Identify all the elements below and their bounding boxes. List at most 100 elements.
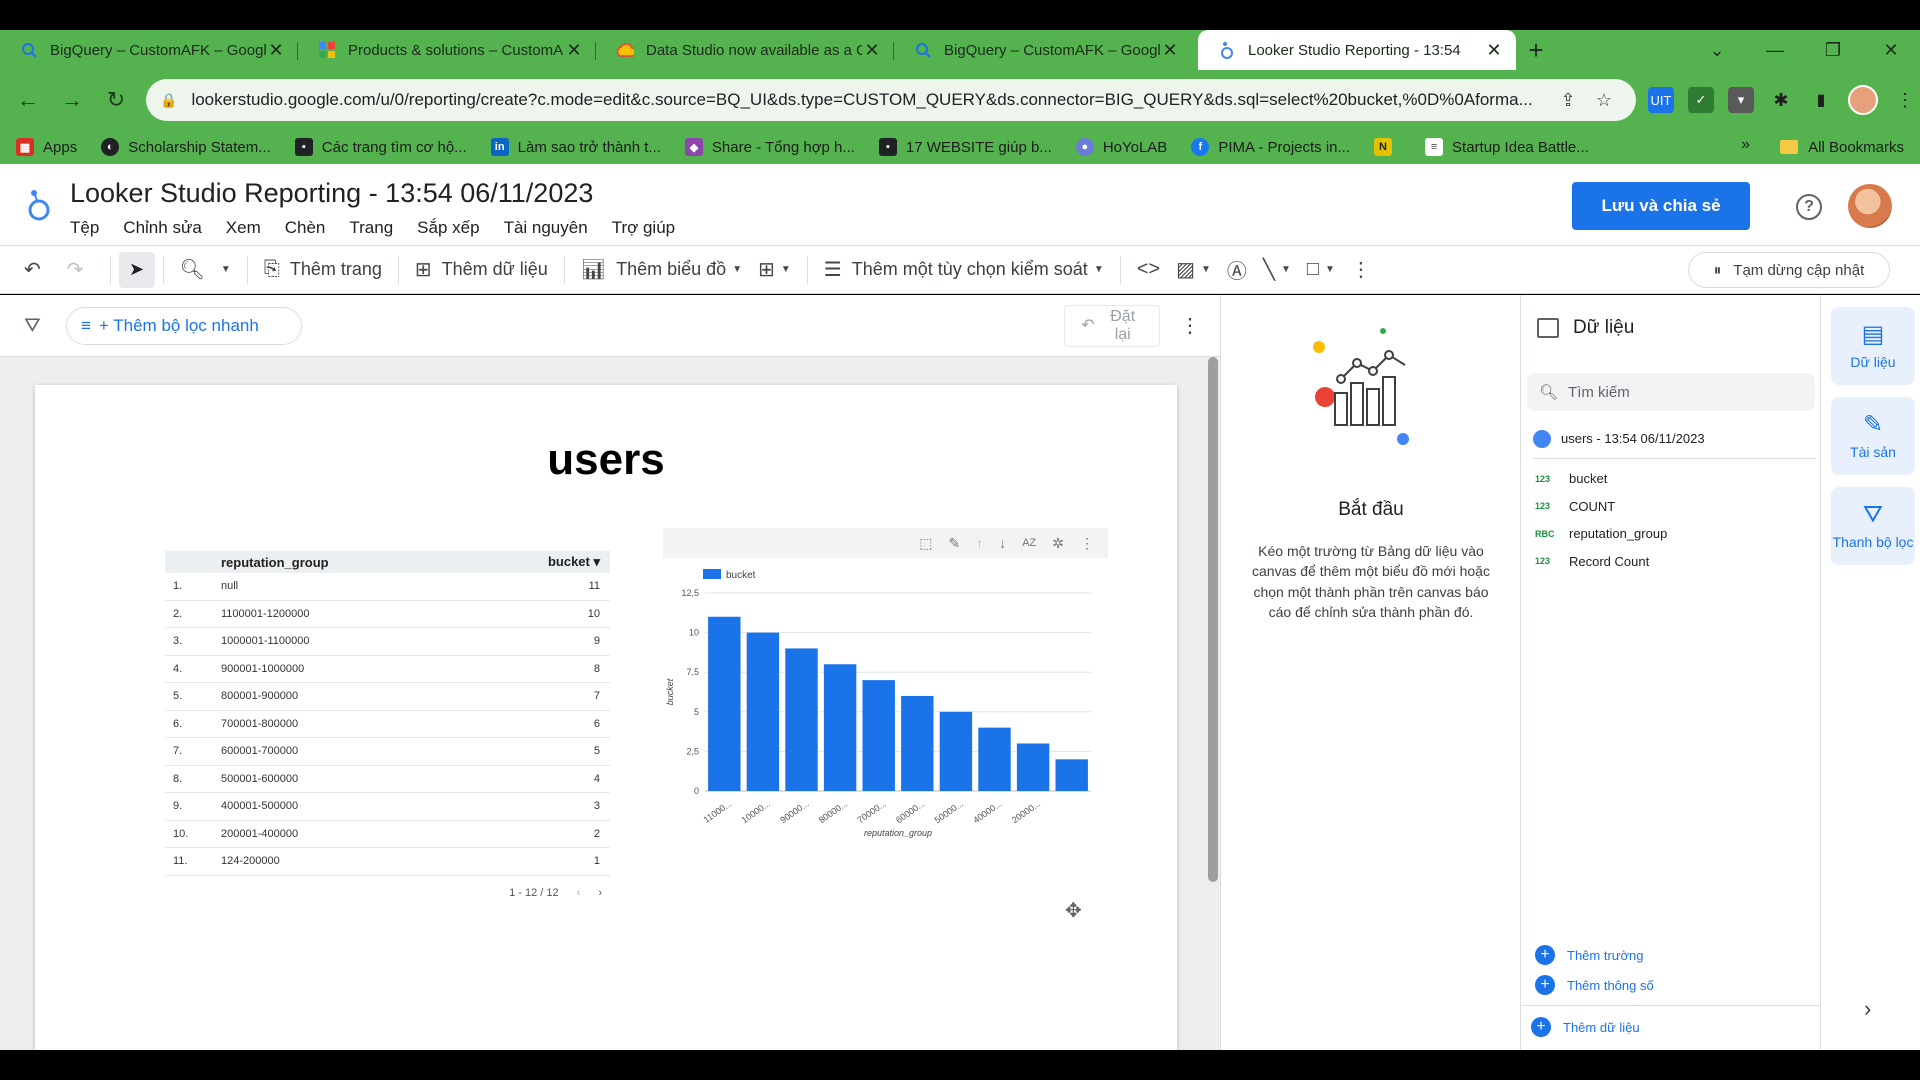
bookmark-apps[interactable]: ▦ Apps [16,138,77,156]
menu-resource[interactable]: Tài nguyên [504,218,588,238]
menu-help[interactable]: Trợ giúp [612,218,675,238]
back-icon[interactable]: ← [8,80,48,120]
text-box-icon[interactable]: Ⓐ [1219,252,1255,288]
reset-button[interactable]: ↶ Đặt lại [1064,305,1160,347]
close-icon[interactable]: ✕ [1160,40,1180,61]
bookmark-startup[interactable]: ≡ Startup Idea Battle... [1425,138,1589,156]
bookmark-pima[interactable]: f PIMA - Projects in... [1191,138,1350,156]
close-icon[interactable]: ✕ [862,40,882,61]
undo-icon[interactable]: ↶ [16,252,59,288]
bar-chart[interactable]: ⬚ ✎ ↑ ↓ AZ ✲ ⋮ bucket 0 2,5 5 7,5 10 12,5 11000… [663,528,1108,908]
report-title[interactable]: Looker Studio Reporting - 13:54 06/11/20… [70,178,593,209]
arrow-down-icon[interactable]: ↓ [999,535,1006,551]
image-icon[interactable]: ▨ ▼ [1168,252,1219,288]
data-table[interactable]: reputation_group bucket ▾ 1. null 11 2. 1100… [165,551,610,910]
add-field-button[interactable]: + Thêm trường [1535,945,1643,965]
menu-insert[interactable]: Chèn [285,218,326,238]
column-header-reputation-group[interactable]: reputation_group [221,555,530,570]
rail-assets-button[interactable]: ✎ Tài sản [1831,397,1915,475]
table-row[interactable]: 7. 600001-700000 5 [165,738,610,766]
field-item-record-count[interactable]: 123 Record Count [1535,548,1815,576]
bookmark-linkedin[interactable]: in Làm sao trở thành t... [490,138,661,156]
browser-tab-bigquery-2[interactable]: BigQuery – CustomAFK – Googl ✕ [894,30,1192,70]
community-viz-button[interactable]: ⊞ ▼ [750,252,799,288]
table-row[interactable]: 5. 800001-900000 7 [165,683,610,711]
omnibox[interactable]: 🔒 lookerstudio.google.com/u/0/reporting/… [146,79,1636,121]
bookmark-n[interactable]: N [1374,138,1401,156]
embed-code-icon[interactable]: <> [1129,252,1168,288]
browser-tab-products[interactable]: Products & solutions – CustomA ✕ [298,30,596,70]
browser-tab-looker-active[interactable]: Looker Studio Reporting - 13:54 ✕ [1198,30,1516,70]
pause-updates-button[interactable]: ⏸︎ Tạm dừng cập nhật [1688,252,1890,288]
more-options-icon[interactable]: ⋮ [1180,313,1200,338]
collapse-panel-icon[interactable]: › [1864,996,1871,1022]
close-icon[interactable]: ✕ [564,40,584,61]
all-bookmarks[interactable]: All Bookmarks [1780,130,1904,164]
browser-tab-data-studio[interactable]: Data Studio now available as a G ✕ [596,30,894,70]
add-quick-filter-button[interactable]: ≡ + Thêm bộ lọc nhanh [66,307,302,345]
redo-icon[interactable]: ↷ [59,252,102,288]
filter-icon[interactable]: ⛛ [24,315,41,338]
forward-icon[interactable]: → [52,80,92,120]
minimize-icon[interactable]: — [1746,30,1804,70]
save-and-share-button[interactable]: Lưu và chia sẻ [1572,182,1750,230]
field-item-count[interactable]: 123 COUNT [1535,493,1815,521]
chart-more-icon[interactable]: ⋮ [1080,535,1094,552]
add-control-button[interactable]: ☰ Thêm một tùy chọn kiểm soát ▼ [816,252,1112,288]
menu-view[interactable]: Xem [226,218,261,238]
report-heading[interactable]: users [35,435,1177,485]
field-search-input[interactable]: 🔍︎ Tìm kiếm [1527,373,1815,411]
column-header-bucket[interactable]: bucket ▾ [530,554,610,570]
menu-edit[interactable]: Chỉnh sửa [123,218,201,238]
table-row[interactable]: 1. null 11 [165,573,610,601]
prev-page-icon[interactable]: ‹ [577,887,581,899]
share-icon[interactable]: ⇪ [1550,90,1586,111]
close-window-icon[interactable]: ✕ [1862,30,1920,70]
help-icon[interactable]: ? [1796,194,1822,220]
bookmark-17-website[interactable]: ▪ 17 WEBSITE giúp b... [878,138,1052,156]
restore-icon[interactable]: ❐ [1804,30,1862,70]
table-row[interactable]: 2. 1100001-1200000 10 [165,601,610,628]
table-row[interactable]: 3. 1000001-1100000 9 [165,628,610,656]
uit-extension-icon[interactable]: UIT [1648,87,1674,113]
table-row[interactable]: 11. 124-200000 1 [165,848,610,876]
add-parameter-button[interactable]: + Thêm thông số [1535,975,1654,995]
bookmark-opportunities[interactable]: ▪ Các trang tìm cơ hộ... [294,138,467,156]
move-handle-icon[interactable]: ✥ [1065,898,1082,923]
puzzle-icon[interactable]: ✱ [1768,87,1794,113]
looker-studio-logo-icon[interactable] [26,186,50,222]
add-chart-button[interactable]: 📊︎ Thêm biểu đồ ▼ [573,252,750,288]
add-page-button[interactable]: ⎘ Thêm trang [256,252,390,288]
shield-extension-icon[interactable]: ✓ [1688,87,1714,113]
rail-filter-bar-button[interactable]: ⛛ Thanh bộ lọc [1831,487,1915,565]
line-icon[interactable]: ╲ ▼ [1255,252,1299,288]
menu-arrange[interactable]: Sắp xếp [417,218,479,238]
bookmark-share[interactable]: ◆ Share - Tổng hợp h... [684,138,855,156]
more-icon[interactable]: ⋮ [1343,252,1379,288]
profile-avatar-icon[interactable] [1848,85,1878,115]
user-avatar[interactable] [1848,184,1892,228]
data-source-item[interactable]: users - 13:54 06/11/2023 [1533,419,1815,459]
table-row[interactable]: 10. 200001-400000 2 [165,821,610,848]
bookmarks-more-icon[interactable]: » [1741,136,1750,154]
arrow-up-icon[interactable]: ↑ [976,535,983,551]
browser-menu-icon[interactable]: ⋮ [1892,87,1918,113]
table-row[interactable]: 4. 900001-1000000 8 [165,656,610,683]
tab-search-icon[interactable]: ⌄ [1688,30,1746,70]
close-icon[interactable]: ✕ [266,40,286,61]
add-data-source-button[interactable]: + Thêm dữ liệu [1531,1017,1640,1037]
browser-tab-bigquery-1[interactable]: BigQuery – CustomAFK – Googl ✕ [0,30,298,70]
field-item-reputation-group[interactable]: RBC reputation_group [1535,520,1815,548]
rail-data-button[interactable]: ▤ Dữ liệu [1831,307,1915,385]
close-icon[interactable]: ✕ [1484,40,1504,61]
explore-icon[interactable]: ✲ [1052,535,1064,552]
field-item-bucket[interactable]: 123 bucket [1535,465,1815,493]
menu-page[interactable]: Trang [349,218,393,238]
bookmark-hoyolab[interactable]: ● HoYoLAB [1075,138,1167,156]
sidepanel-icon[interactable]: ▮ [1808,87,1834,113]
sort-az-icon[interactable]: AZ [1022,537,1036,549]
table-row[interactable]: 8. 500001-600000 4 [165,766,610,793]
canvas-scrollbar[interactable] [1208,357,1218,882]
reload-icon[interactable]: ↻ [96,80,136,120]
bookmark-scholarship[interactable]: ◐ Scholarship Statem... [101,138,271,156]
